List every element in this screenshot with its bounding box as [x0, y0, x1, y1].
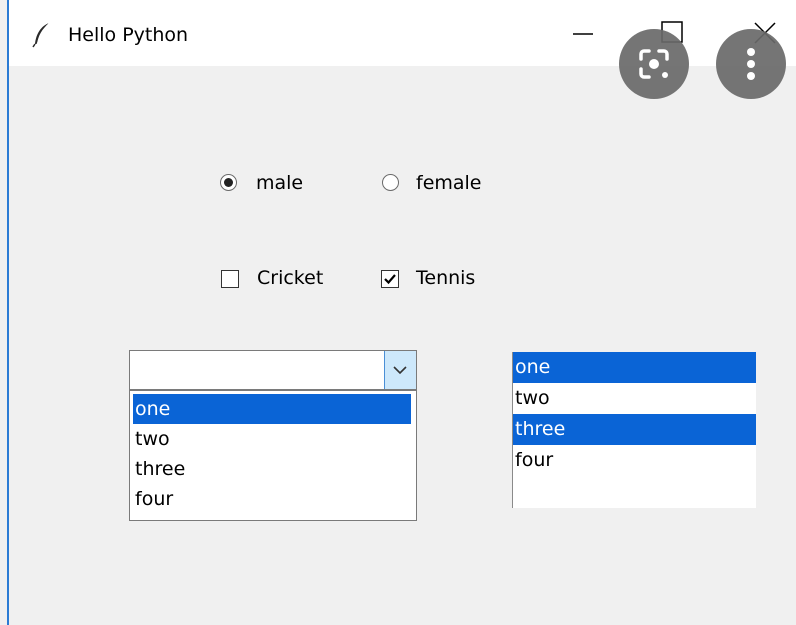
radio-female[interactable] — [382, 174, 399, 191]
minimize-icon[interactable] — [563, 14, 603, 54]
window-title: Hello Python — [68, 24, 189, 46]
app-window: Hello Python male female Cricket Tennis … — [0, 0, 796, 625]
combobox-dropdown: one two three four — [129, 390, 417, 521]
dropdown-item[interactable]: three — [133, 454, 411, 484]
listbox[interactable]: one two three four — [512, 352, 756, 508]
feather-icon — [31, 22, 53, 48]
list-item[interactable]: two — [513, 383, 756, 414]
list-item[interactable]: three — [513, 414, 756, 445]
dropdown-item[interactable]: one — [133, 394, 411, 424]
radio-male-label[interactable]: male — [256, 172, 303, 194]
dropdown-item[interactable]: four — [133, 484, 411, 514]
checkmark-icon — [384, 274, 396, 285]
list-item[interactable]: one — [513, 352, 756, 383]
radio-male[interactable] — [220, 174, 237, 191]
lens-scan-icon[interactable] — [619, 29, 689, 99]
chevron-down-icon[interactable] — [384, 351, 416, 389]
checkbox-cricket-label[interactable]: Cricket — [257, 267, 323, 289]
checkbox-tennis[interactable] — [381, 270, 399, 288]
more-vertical-icon[interactable] — [716, 29, 786, 99]
combobox[interactable] — [129, 350, 417, 390]
checkbox-tennis-label[interactable]: Tennis — [416, 267, 475, 289]
list-item[interactable]: four — [513, 445, 756, 476]
dropdown-item[interactable]: two — [133, 424, 411, 454]
window-border — [7, 0, 9, 625]
radio-selected-dot — [224, 178, 233, 187]
checkbox-cricket[interactable] — [221, 270, 239, 288]
radio-female-label[interactable]: female — [416, 172, 482, 194]
